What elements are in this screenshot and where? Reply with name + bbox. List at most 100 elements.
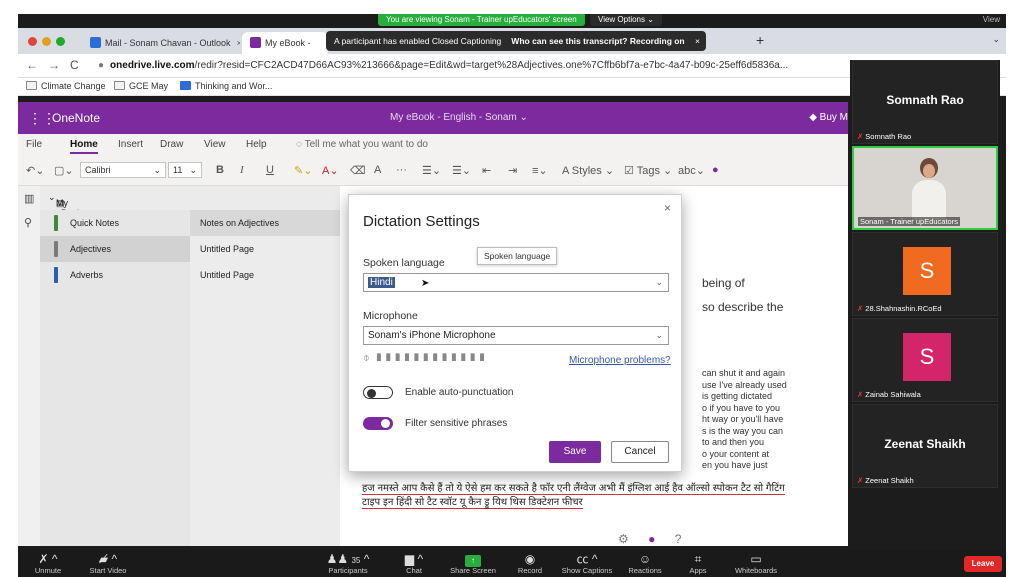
- underline-button[interactable]: U: [266, 164, 274, 176]
- document-title[interactable]: My eBook - English - Sonam ⌄: [390, 112, 528, 123]
- auto-punctuation-toggle[interactable]: [363, 386, 393, 399]
- tab-help[interactable]: Help: [246, 139, 267, 150]
- close-icon[interactable]: ×: [664, 201, 671, 215]
- font-size-select[interactable]: 11 ⌄: [168, 162, 202, 178]
- tab-home[interactable]: Home: [70, 139, 98, 154]
- highlight-icon[interactable]: ✎⌄: [294, 164, 312, 177]
- forward-arrow-icon[interactable]: →: [48, 58, 60, 72]
- close-icon[interactable]: ×: [695, 31, 700, 51]
- more-icon[interactable]: ···: [396, 164, 407, 176]
- outdent-icon[interactable]: ⇤: [482, 164, 491, 177]
- unmute-button[interactable]: ✗ ^ Unmute: [28, 552, 68, 575]
- filter-phrases-toggle[interactable]: [363, 417, 393, 430]
- microphone-icon[interactable]: ●: [648, 532, 655, 546]
- body-text-line[interactable]: o if you have to you: [702, 403, 780, 415]
- body-text-line[interactable]: can shut it and again: [702, 368, 785, 380]
- view-options-button[interactable]: View Options ⌄: [590, 14, 662, 26]
- font-color-icon[interactable]: A⌄: [322, 164, 339, 177]
- section-quick-notes[interactable]: Quick Notes: [40, 210, 190, 236]
- tab-draw[interactable]: Draw: [160, 139, 183, 150]
- bookmark-climate-change[interactable]: Climate Change: [26, 81, 106, 91]
- chevron-down-icon[interactable]: ⌄: [992, 34, 1000, 45]
- share-screen-button[interactable]: ↑ Share Screen: [446, 552, 500, 575]
- page-item[interactable]: Untitled Page: [190, 236, 340, 262]
- numbering-icon[interactable]: ☰⌄: [452, 164, 471, 177]
- page-item[interactable]: Untitled Page: [190, 262, 340, 288]
- participant-tile[interactable]: S ✗ Zainab Sahiwala: [852, 318, 998, 402]
- settings-gear-icon[interactable]: ⚙: [618, 532, 629, 546]
- close-icon[interactable]: ×: [237, 38, 240, 48]
- participant-tile[interactable]: Somnath Rao ✗ Somnath Rao: [852, 60, 998, 144]
- leave-button[interactable]: Leave: [964, 556, 1002, 572]
- body-text-line[interactable]: s is the way you can: [702, 426, 783, 438]
- back-arrow-icon[interactable]: ←: [26, 58, 38, 72]
- view-button[interactable]: View: [983, 14, 1000, 26]
- tab-label: My eBook -: [265, 38, 311, 48]
- participant-tile-active-video[interactable]: Sonam - Trainer upEducators: [852, 146, 998, 230]
- tab-file[interactable]: File: [26, 139, 42, 150]
- participants-button[interactable]: ♟♟ 35 ^ Participants: [318, 552, 378, 575]
- body-text-line[interactable]: is getting dictated: [702, 391, 772, 403]
- search-icon[interactable]: ⚲: [24, 216, 32, 229]
- minimize-window-dot[interactable]: [42, 37, 51, 46]
- app-name[interactable]: OneNote: [52, 111, 100, 125]
- cancel-button[interactable]: Cancel: [611, 441, 669, 463]
- body-text-line[interactable]: so describe the: [702, 300, 783, 314]
- close-window-dot[interactable]: [28, 37, 37, 46]
- tab-view[interactable]: View: [204, 139, 226, 150]
- font-name-select[interactable]: Calibri ⌄: [80, 162, 166, 178]
- participant-tile[interactable]: S ✗ 28.Shahnashin.RCoEd: [852, 232, 998, 316]
- notebooks-icon[interactable]: ▥: [24, 192, 34, 205]
- participant-tile[interactable]: Zeenat Shaikh ✗ Zeenat Shaikh: [852, 404, 998, 488]
- bookmark-gce-may[interactable]: GCE May: [114, 81, 168, 91]
- tab-mail[interactable]: Mail - Sonam Chavan - Outlook ×: [82, 32, 240, 54]
- microphone-select[interactable]: Sonam's iPhone Microphone ⌄: [363, 326, 669, 345]
- save-button[interactable]: Save: [549, 441, 601, 463]
- tags-button[interactable]: ☑ Tags ⌄: [624, 164, 672, 177]
- muted-mic-icon: ✗: [857, 132, 864, 141]
- url-field[interactable]: ● onedrive.live.com/redir?resid=CFC2ACD47…: [98, 57, 858, 75]
- bullets-icon[interactable]: ☰⌄: [422, 164, 441, 177]
- bold-button[interactable]: B: [216, 164, 224, 176]
- styles-button[interactable]: A Styles ⌄: [562, 164, 614, 177]
- show-captions-button[interactable]: ㏄ ^ Show Captions: [556, 552, 618, 575]
- apps-button[interactable]: ⌗ Apps: [680, 552, 716, 575]
- reactions-button[interactable]: ☺ Reactions: [622, 552, 668, 575]
- bookmark-thinking[interactable]: Thinking and Wor...: [180, 81, 272, 91]
- spelling-icon[interactable]: abc⌄: [678, 164, 705, 177]
- start-video-button[interactable]: ▰̸ ^ Start Video: [78, 552, 138, 575]
- section-adjectives[interactable]: Adjectives: [40, 236, 190, 262]
- body-text-line[interactable]: being of: [702, 276, 745, 290]
- text-effects-icon[interactable]: A: [374, 164, 381, 176]
- eraser-icon[interactable]: ⌫: [350, 164, 366, 177]
- tell-me-search[interactable]: ◌ Tell me what you want to do: [296, 139, 428, 150]
- whiteboards-button[interactable]: ▭ Whiteboards: [726, 552, 786, 575]
- page-item[interactable]: Notes on Adjectives: [190, 210, 340, 236]
- tab-ebook[interactable]: My eBook -: [242, 32, 328, 54]
- new-tab-button[interactable]: +: [756, 32, 764, 48]
- clipboard-icon[interactable]: ▢⌄: [54, 164, 74, 177]
- reload-icon[interactable]: C: [70, 58, 79, 72]
- body-text-line[interactable]: to and then you: [702, 437, 764, 449]
- tab-insert[interactable]: Insert: [118, 139, 143, 150]
- record-button[interactable]: ◉ Record: [510, 552, 550, 575]
- help-icon[interactable]: ?: [675, 532, 682, 546]
- indent-icon[interactable]: ⇥: [508, 164, 517, 177]
- notebook-header[interactable]: ▤ My eBook - English - Sonam ⌄: [40, 186, 340, 258]
- transcript-question[interactable]: Who can see this transcript? Recording o…: [511, 36, 684, 46]
- buy-button[interactable]: ◆ Buy M: [809, 112, 848, 123]
- dictate-mic-icon[interactable]: ●: [712, 164, 719, 176]
- dictated-hindi-text[interactable]: हज नमस्ते आप कैसे हैं तो ये ऐसे हम कर सक…: [362, 482, 802, 510]
- section-adverbs[interactable]: Adverbs: [40, 262, 190, 288]
- body-text-line[interactable]: use I've already used: [702, 380, 787, 392]
- microphone-problems-link[interactable]: Microphone problems?: [569, 355, 671, 366]
- italic-button[interactable]: I: [240, 164, 244, 176]
- chat-button[interactable]: ▆ ^ Chat: [394, 552, 434, 575]
- body-text-line[interactable]: en you have just: [702, 460, 768, 472]
- body-text-line[interactable]: o your content at: [702, 449, 769, 461]
- maximize-window-dot[interactable]: [56, 37, 65, 46]
- undo-icon[interactable]: ↶⌄: [26, 164, 44, 177]
- spoken-language-select[interactable]: Hindi ⌄: [363, 273, 669, 292]
- align-icon[interactable]: ≡⌄: [532, 164, 548, 177]
- body-text-line[interactable]: ht way or you'll have: [702, 414, 783, 426]
